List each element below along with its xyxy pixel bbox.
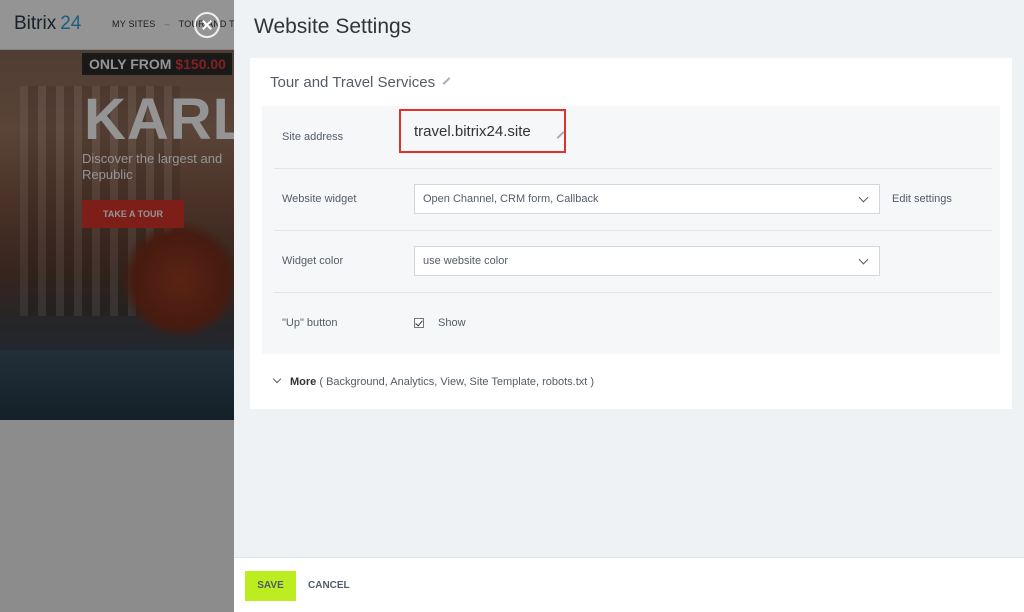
widget-color-label: Widget color [282, 255, 344, 267]
site-address-row: Site address travel.bitrix24.site [262, 106, 1000, 168]
page-title: Website Settings [254, 15, 412, 38]
site-address-label: Site address [282, 131, 344, 143]
widget-color-select[interactable]: use website color [414, 246, 880, 276]
edit-pencil-icon[interactable] [442, 77, 451, 85]
website-widget-select[interactable]: Open Channel, CRM form, Callback [414, 184, 880, 214]
chevron-down-icon [858, 254, 869, 265]
more-toggle[interactable]: More ( Background, Analytics, View, Site… [272, 374, 595, 388]
site-address-value[interactable]: travel.bitrix24.site [414, 123, 531, 140]
footer-bar: SAVE CANCEL [234, 557, 1024, 612]
website-widget-row: Website widget Open Channel, CRM form, C… [262, 168, 1000, 230]
widget-color-row: Widget color use website color [262, 230, 1000, 292]
settings-card: Tour and Travel Services Site address tr… [250, 58, 1012, 409]
more-items: ( Background, Analytics, View, Site Temp… [319, 376, 595, 388]
settings-panel: Website Settings Tour and Travel Service… [234, 0, 1024, 612]
chevron-down-icon [858, 192, 869, 203]
settings-form: Site address travel.bitrix24.site Websit… [262, 106, 1000, 354]
site-name-title[interactable]: Tour and Travel Services [270, 74, 451, 91]
save-button[interactable]: SAVE [245, 571, 296, 601]
up-button-label: "Up" button [282, 317, 338, 329]
chevron-down-icon [272, 374, 282, 384]
show-checkbox-label[interactable]: Show [438, 317, 466, 329]
cancel-button[interactable]: CANCEL [308, 571, 350, 601]
show-checkbox[interactable] [414, 318, 424, 328]
website-widget-label: Website widget [282, 193, 357, 205]
up-button-row: "Up" button Show [262, 292, 1000, 354]
edit-settings-link[interactable]: Edit settings [892, 193, 952, 205]
close-icon[interactable] [194, 12, 220, 38]
